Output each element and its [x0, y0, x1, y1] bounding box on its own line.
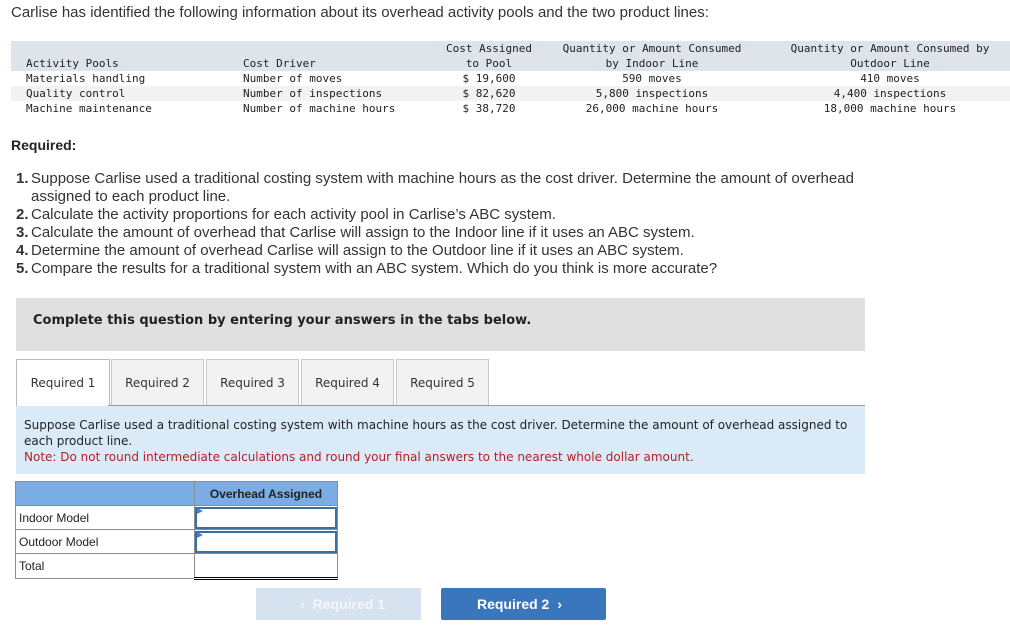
outdoor-quantity: 410 moves: [860, 72, 920, 85]
tab-required-4[interactable]: Required 4: [301, 359, 394, 405]
required-item-number: 5.: [16, 260, 29, 277]
activity-pools-table: Activity Pools Cost Driver Cost Assigned…: [11, 41, 1010, 116]
answer-row: Outdoor Model: [15, 529, 338, 554]
outdoor-overhead-input[interactable]: [195, 530, 337, 553]
chevron-right-icon: ›: [557, 596, 563, 612]
total-overhead-value: [194, 553, 338, 580]
instruction-text: Complete this question by entering your …: [33, 313, 532, 328]
header-cost-assigned-line1: Cost Assigned: [445, 42, 533, 55]
answer-header-overhead: Overhead Assigned: [194, 481, 338, 506]
cost-assigned: $ 19,600: [462, 72, 516, 85]
tab-required-2[interactable]: Required 2: [111, 359, 204, 405]
required-item-number: 3.: [16, 224, 29, 241]
required-item: 5. Compare the results for a traditional…: [16, 260, 916, 278]
table-row: Materials handling Number of moves $ 19,…: [11, 71, 1010, 86]
required-list: 1. Suppose Carlise used a traditional co…: [16, 170, 916, 278]
header-cost-driver: Cost Driver: [243, 57, 316, 70]
required-item: 3. Calculate the amount of overhead that…: [16, 224, 916, 242]
answer-row-label: Indoor Model: [15, 505, 195, 530]
question-prompt: Suppose Carlise used a traditional costi…: [24, 418, 848, 448]
indoor-quantity: 5,800 inspections: [595, 87, 709, 100]
input-flag-icon: [197, 508, 203, 514]
outdoor-quantity: 4,400 inspections: [833, 87, 947, 100]
required-item-number: 1.: [16, 170, 29, 187]
indoor-quantity: 590 moves: [622, 72, 682, 85]
table-header: Activity Pools Cost Driver Cost Assigned…: [11, 41, 1010, 71]
tab-required-1[interactable]: Required 1: [16, 359, 110, 407]
input-flag-icon: [197, 532, 203, 538]
answer-cell: [194, 529, 338, 554]
required-item: 2. Calculate the activity proportions fo…: [16, 206, 916, 224]
instruction-banner: Complete this question by entering your …: [16, 298, 865, 351]
required-item-text: Calculate the activity proportions for e…: [31, 206, 556, 223]
answer-table-header: Overhead Assigned: [15, 481, 338, 506]
header-indoor-line1: Quantity or Amount Consumed: [562, 42, 742, 55]
answer-row: Total: [15, 553, 338, 580]
cost-assigned: $ 38,720: [462, 102, 516, 115]
required-item-text: Suppose Carlise used a traditional costi…: [31, 170, 854, 205]
indoor-overhead-input[interactable]: [195, 506, 337, 529]
question-text: Suppose Carlise used a traditional costi…: [24, 417, 854, 465]
cost-assigned: $ 82,620: [462, 87, 516, 100]
header-indoor-line2: by Indoor Line: [605, 57, 699, 70]
cost-driver: Number of machine hours: [243, 102, 396, 115]
previous-tab-button[interactable]: ‹ Required 1: [256, 588, 421, 620]
answer-header-blank: [15, 481, 195, 506]
required-heading: Required:: [11, 137, 77, 153]
intro-text: Carlise has identified the following inf…: [11, 4, 709, 21]
question-panel: Suppose Carlise used a traditional costi…: [16, 406, 865, 474]
required-item-text: Calculate the amount of overhead that Ca…: [31, 224, 695, 241]
answer-table: Overhead Assigned Indoor Model Outdoor M…: [15, 481, 338, 580]
header-outdoor-line1: Quantity or Amount Consumed by: [790, 42, 990, 55]
cost-driver: Number of moves: [243, 72, 343, 85]
answer-row: Indoor Model: [15, 505, 338, 530]
next-tab-button[interactable]: Required 2 ›: [441, 588, 606, 620]
answer-cell: [194, 505, 338, 530]
pool-name: Machine maintenance: [26, 102, 152, 115]
required-item-number: 2.: [16, 206, 29, 223]
chevron-left-icon: ‹: [299, 596, 305, 612]
answer-row-label: Outdoor Model: [15, 529, 195, 554]
answer-row-label: Total: [15, 553, 195, 579]
pool-name: Materials handling: [26, 72, 146, 85]
next-tab-label: Required 2: [476, 596, 550, 612]
outdoor-quantity: 18,000 machine hours: [823, 102, 957, 115]
question-note: Note: Do not round intermediate calculat…: [24, 450, 694, 464]
required-item-text: Compare the results for a traditional sy…: [31, 260, 718, 277]
cost-driver: Number of inspections: [243, 87, 383, 100]
tab-required-3[interactable]: Required 3: [206, 359, 299, 405]
required-item-number: 4.: [16, 242, 29, 259]
header-activity-pools: Activity Pools: [26, 57, 119, 70]
indoor-quantity: 26,000 machine hours: [585, 102, 719, 115]
required-item-text: Determine the amount of overhead Carlise…: [31, 242, 684, 259]
previous-tab-label: Required 1: [312, 596, 386, 612]
pool-name: Quality control: [26, 87, 126, 100]
table-row: Machine maintenance Number of machine ho…: [11, 101, 1010, 116]
header-cost-assigned-line2: to Pool: [465, 57, 513, 70]
header-outdoor-line2: Outdoor Line: [850, 57, 930, 70]
required-item: 4. Determine the amount of overhead Carl…: [16, 242, 916, 260]
required-item: 1. Suppose Carlise used a traditional co…: [16, 170, 916, 206]
table-row: Quality control Number of inspections $ …: [11, 86, 1010, 101]
tab-required-5[interactable]: Required 5: [396, 359, 489, 405]
